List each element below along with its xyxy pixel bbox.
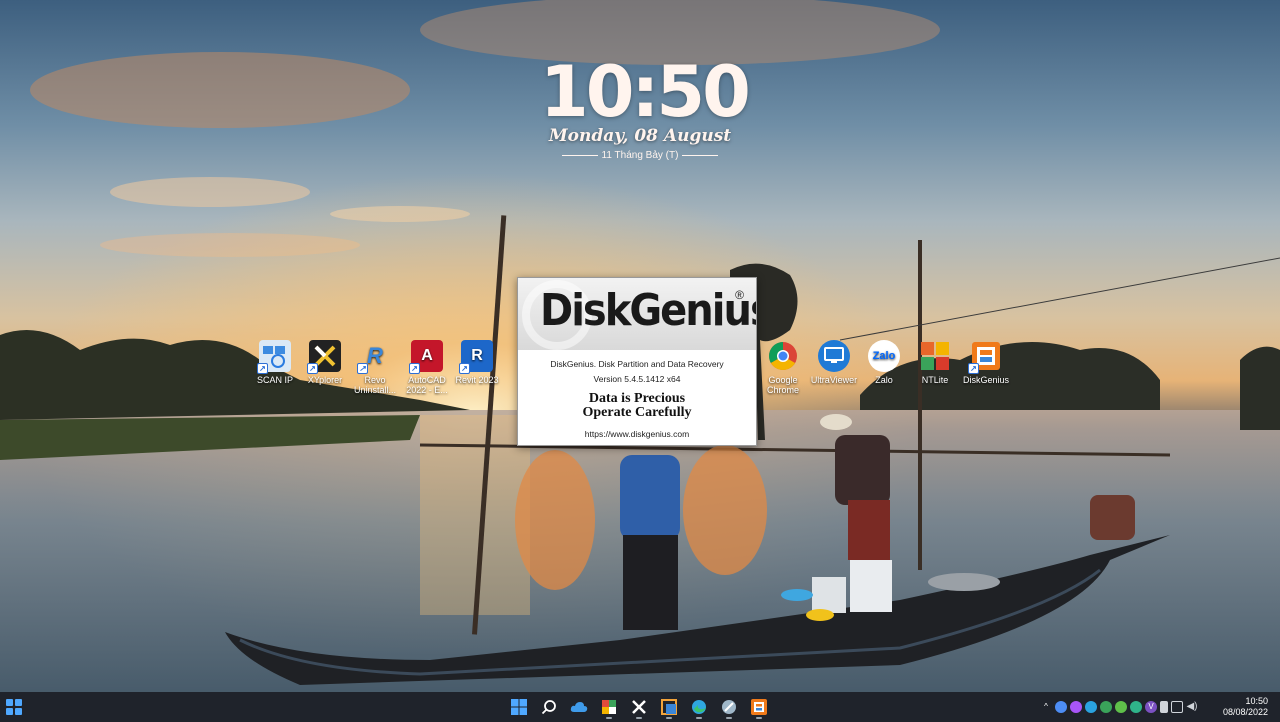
splash-banner: DiskGenius ®	[518, 278, 756, 350]
app-button-3[interactable]	[716, 694, 742, 720]
scan-ip-icon: ↗	[257, 340, 291, 374]
onedrive-icon	[570, 702, 588, 712]
edge-icon	[692, 700, 706, 714]
search-button[interactable]	[536, 694, 562, 720]
zalo-icon: Zalo	[868, 340, 900, 372]
onedrive-button[interactable]	[566, 694, 592, 720]
motto-line-1: Data is Precious	[588, 391, 686, 406]
desktop-icon-label: UltraViewer	[810, 375, 858, 385]
clock-lunar-date: 11 Tháng Bảy (T)	[540, 150, 740, 161]
taskbar-clock[interactable]: 10:50 08/08/2022	[1223, 696, 1268, 718]
chevron-up-icon[interactable]: ^	[1040, 701, 1052, 713]
desktop-icon-label: Google Chrome	[766, 375, 799, 395]
search-icon	[541, 700, 556, 715]
app-button-2[interactable]	[656, 694, 682, 720]
diskgenius-splash-window: DiskGenius ® DiskGenius. Disk Partition …	[517, 277, 757, 446]
desktop-icon-google-chrome[interactable]: Google Chrome	[758, 340, 808, 395]
app-store-icon	[602, 700, 616, 714]
desktop-icon-scan-ip[interactable]: ↗ SCAN IP	[250, 340, 300, 385]
xyplorer-icon: ↗	[307, 340, 341, 374]
diskgenius-icon: ↗	[968, 340, 1002, 374]
app-button-1[interactable]	[596, 694, 622, 720]
network-icon[interactable]	[1171, 701, 1183, 713]
desktop-icon-revo-uninstaller[interactable]: R ↗ Revo Uninstall...	[350, 340, 400, 396]
desktop-icon-ultraviewer[interactable]: UltraViewer	[809, 340, 859, 385]
messenger-icon[interactable]	[1070, 701, 1082, 713]
desktop-icon-autocad[interactable]: A ↗ AutoCAD 2022 - E...	[402, 340, 452, 395]
taskbar-date: 08/08/2022	[1222, 707, 1268, 717]
desktop-icon-diskgenius[interactable]: ↗ DiskGenius	[961, 340, 1011, 385]
lunar-date-text: 11 Tháng Bảy (T)	[601, 150, 679, 161]
window-capture-icon	[661, 699, 677, 715]
diskgenius-logo: DiskGenius	[540, 286, 756, 336]
desktop-icon-xyplorer[interactable]: ↗ XYplorer	[300, 340, 350, 385]
taskbar: ^ V ◀) 10:50 08/08/2022	[0, 692, 1280, 722]
telegram-icon[interactable]	[1085, 701, 1097, 713]
ntlite-icon	[919, 340, 951, 372]
viber-icon[interactable]: V	[1145, 701, 1157, 713]
system-tray: ^ V ◀)	[1040, 692, 1198, 722]
divider	[561, 155, 598, 156]
diskgenius-button[interactable]	[746, 694, 772, 720]
motto-line-2: Operate Carefully	[582, 405, 692, 420]
desktop-icon-label: Zalo	[875, 375, 893, 385]
chat-icon[interactable]	[1055, 701, 1067, 713]
desktop-icon-revit[interactable]: R ↗ Revit 2023	[452, 340, 502, 385]
desktop-icon-label: Revit 2023	[455, 375, 499, 385]
divider	[682, 155, 719, 156]
revit-icon: R ↗	[459, 340, 493, 374]
start-button[interactable]	[506, 694, 532, 720]
xyplorer-button[interactable]	[626, 694, 652, 720]
xyplorer-icon	[632, 700, 646, 714]
desktop-icon-label: Revo Uninstall...	[353, 375, 397, 395]
desktop-icon-label: SCAN IP	[256, 375, 293, 385]
windows-logo-icon	[511, 699, 527, 715]
taskbar-time: 10:50	[1245, 696, 1268, 706]
clock-time: 10:50	[540, 51, 751, 133]
revo-uninstaller-icon: R ↗	[357, 340, 391, 374]
ultraviewer-icon	[818, 340, 850, 372]
desktop-icon-label: DiskGenius	[962, 375, 1009, 385]
desktop-icon-ntlite[interactable]: NTLite	[910, 340, 960, 385]
splash-description: DiskGenius. Disk Partition and Data Reco…	[550, 359, 724, 369]
splash-motto: Data is Precious Operate Carefully	[518, 392, 756, 420]
sync-icon[interactable]	[1115, 701, 1127, 713]
splash-version: Version 5.4.5.1412 x64	[593, 374, 681, 384]
taskbar-apps	[506, 692, 772, 722]
chrome-icon	[767, 340, 799, 372]
volume-icon[interactable]: ◀)	[1186, 701, 1198, 713]
desktop-icon-label: NTLite	[921, 375, 949, 385]
diskgenius-icon	[751, 699, 767, 715]
autocad-icon: A ↗	[409, 340, 443, 374]
desktop-icon-label: XYplorer	[307, 375, 343, 385]
clock-date: Monday, 08 August	[548, 126, 732, 146]
registered-mark: ®	[735, 288, 744, 302]
tool-icon	[722, 700, 736, 714]
splash-url: https://www.diskgenius.com	[584, 429, 690, 439]
shield-icon[interactable]	[1130, 701, 1142, 713]
update-icon[interactable]	[1100, 701, 1112, 713]
desktop-icon-label: AutoCAD 2022 - E...	[406, 375, 448, 395]
edge-button[interactable]	[686, 694, 712, 720]
desktop-icon-zalo[interactable]: Zalo Zalo	[859, 340, 909, 385]
usb-icon[interactable]	[1160, 701, 1168, 713]
desktop-clock-widget: 10:50 Monday, 08 August 11 Tháng Bảy (T)	[540, 51, 751, 161]
widgets-button[interactable]	[6, 699, 22, 715]
